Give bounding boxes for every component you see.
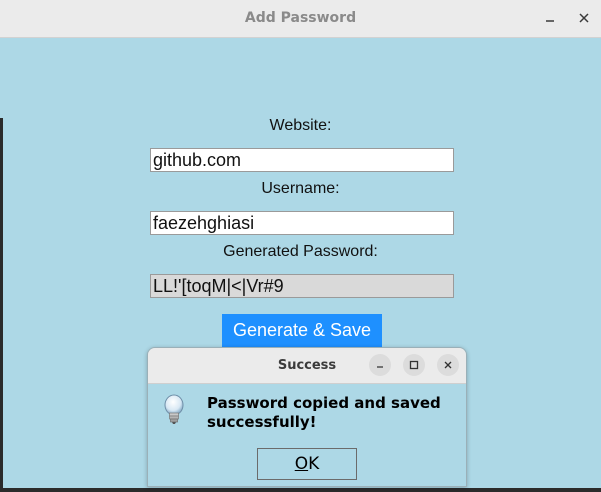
- ok-button[interactable]: OK: [257, 448, 357, 480]
- dialog-close-icon[interactable]: [437, 354, 459, 376]
- generated-password-label: Generated Password:: [223, 243, 378, 260]
- ok-mnemonic: O: [294, 454, 309, 474]
- success-dialog: Success Password copied and saved succes…: [147, 347, 467, 487]
- generate-save-button[interactable]: Generate & Save: [222, 314, 382, 347]
- dialog-maximize-icon[interactable]: [403, 354, 425, 376]
- close-icon[interactable]: [572, 6, 596, 30]
- dialog-titlebar[interactable]: Success: [148, 348, 466, 384]
- website-input[interactable]: [150, 148, 454, 172]
- dialog-message: Password copied and saved successfully!: [207, 394, 441, 431]
- window-titlebar[interactable]: Add Password: [0, 0, 601, 38]
- background-edge: [0, 118, 3, 492]
- window-title: Add Password: [244, 10, 357, 26]
- username-input[interactable]: [150, 211, 454, 235]
- background-edge-bottom: [0, 488, 601, 492]
- username-label: Username:: [261, 180, 340, 197]
- generated-password-field[interactable]: [150, 274, 454, 298]
- dialog-minimize-icon[interactable]: [369, 354, 391, 376]
- minimize-icon[interactable]: [538, 6, 562, 30]
- website-label: Website:: [269, 117, 332, 134]
- lightbulb-info-icon: [160, 394, 188, 426]
- ok-label-rest: K: [308, 454, 320, 474]
